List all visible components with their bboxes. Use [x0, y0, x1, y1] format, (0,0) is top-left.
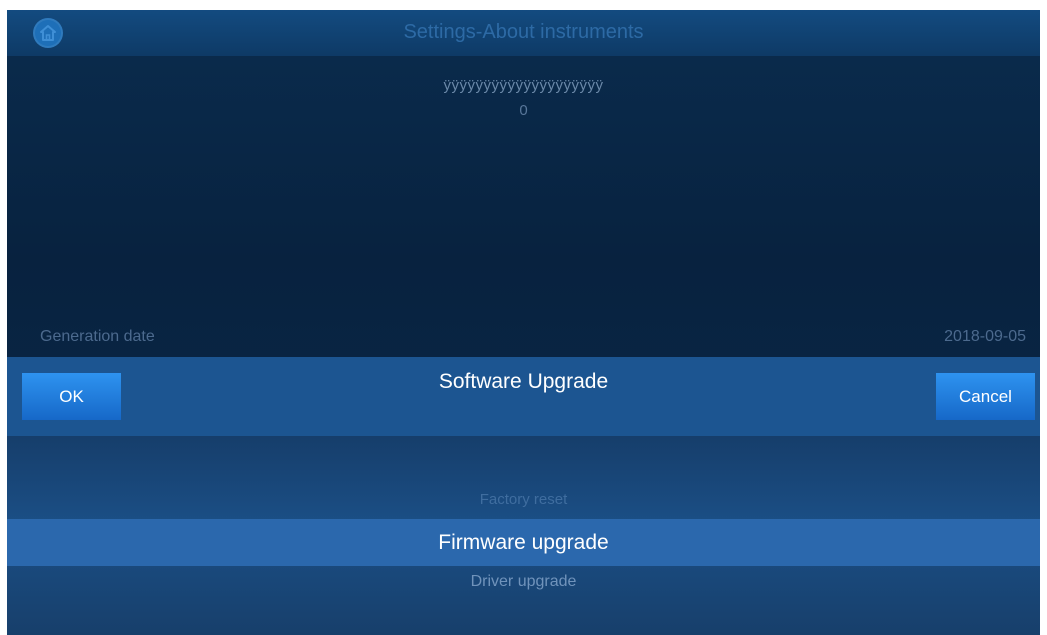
- instrument-name: ÿÿÿÿÿÿÿÿÿÿÿÿÿÿÿÿÿÿÿÿ: [443, 77, 604, 94]
- dialog-title: Software Upgrade: [438, 370, 609, 393]
- title-bar: Settings-About instruments: [7, 10, 1040, 56]
- page-title: Settings-About instruments: [403, 21, 644, 43]
- cancel-button[interactable]: Cancel: [936, 373, 1035, 420]
- generation-date-value: 2018-09-05: [944, 328, 1026, 345]
- generation-date-label: Generation date: [40, 328, 155, 345]
- instrument-serial: 0: [519, 102, 528, 119]
- software-upgrade-dialog: OK Software Upgrade Cancel Factory reset…: [7, 357, 1040, 635]
- option-factory-reset[interactable]: Factory reset: [7, 491, 1040, 508]
- dialog-header: OK Software Upgrade Cancel: [7, 357, 1040, 436]
- option-driver-upgrade[interactable]: Driver upgrade: [7, 573, 1040, 591]
- device-screen: Settings-About instruments ÿÿÿÿÿÿÿÿÿÿÿÿÿ…: [7, 10, 1040, 635]
- option-firmware-upgrade[interactable]: Firmware upgrade: [7, 519, 1040, 566]
- upgrade-option-picker[interactable]: Factory reset Firmware upgrade Driver up…: [7, 436, 1040, 635]
